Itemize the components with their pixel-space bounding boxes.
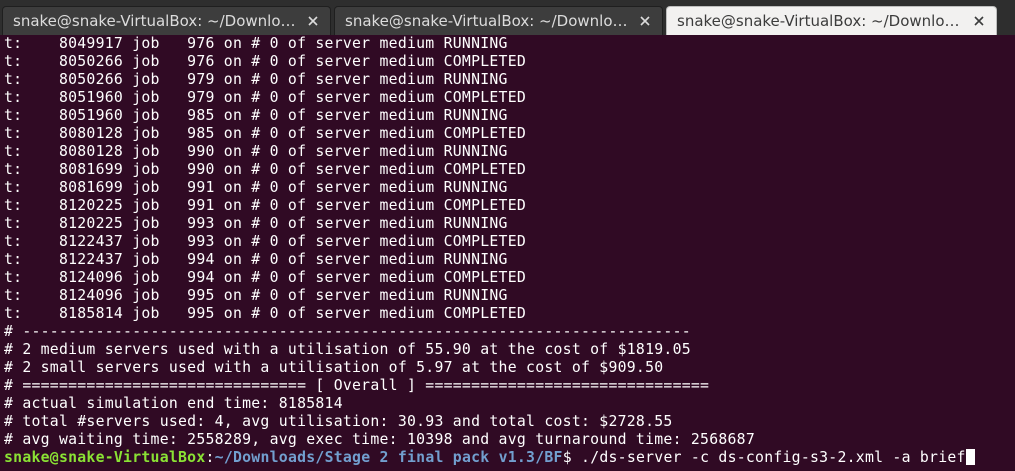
output-line: t: 8049917 job 976 on # 0 of server medi… [4, 35, 508, 52]
command-input[interactable]: ./ds-server -c ds-config-s3-2.xml -a bri… [581, 449, 966, 466]
overall-divider: # =============================== [ Over… [4, 377, 710, 394]
output-line: t: 8185814 job 995 on # 0 of server medi… [4, 305, 527, 322]
summary-line: # 2 small servers used with a utilisatio… [4, 359, 664, 376]
output-line: t: 8124096 job 995 on # 0 of server medi… [4, 287, 508, 304]
prompt-symbol: $ [562, 449, 582, 466]
output-line: t: 8081699 job 991 on # 0 of server medi… [4, 179, 508, 196]
close-icon[interactable] [638, 14, 652, 28]
terminal-tab-3[interactable]: snake@snake-VirtualBox: ~/Downloads/S... [666, 6, 997, 35]
tab-title: snake@snake-VirtualBox: ~/Downloads/... [345, 12, 632, 30]
output-line: t: 8122437 job 993 on # 0 of server medi… [4, 233, 527, 250]
terminal-tab-2[interactable]: snake@snake-VirtualBox: ~/Downloads/... [334, 6, 663, 35]
output-line: t: 8120225 job 991 on # 0 of server medi… [4, 197, 527, 214]
close-icon[interactable] [306, 14, 320, 28]
tab-title: snake@snake-VirtualBox: ~/Downloads/S... [677, 12, 966, 30]
output-line: t: 8081699 job 990 on # 0 of server medi… [4, 161, 527, 178]
output-line: t: 8050266 job 976 on # 0 of server medi… [4, 53, 527, 70]
command-prompt[interactable]: snake@snake-VirtualBox:~/Downloads/Stage… [4, 449, 1015, 467]
tab-title: snake@snake-VirtualBox: ~/Downloads/... [13, 12, 300, 30]
output-line: t: 8080128 job 990 on # 0 of server medi… [4, 143, 508, 160]
output-line: t: 8050266 job 979 on # 0 of server medi… [4, 71, 508, 88]
terminal-output[interactable]: t: 8049917 job 976 on # 0 of server medi… [0, 35, 1015, 471]
prompt-user-host: snake@snake-VirtualBox [4, 449, 206, 466]
output-line: t: 8051960 job 979 on # 0 of server medi… [4, 89, 527, 106]
close-icon[interactable] [972, 14, 986, 28]
tab-bar: snake@snake-VirtualBox: ~/Downloads/... … [0, 0, 1015, 35]
prompt-path: ~/Downloads/Stage 2 final pack v1.3/BF [214, 449, 563, 466]
summary-line: # actual simulation end time: 8185814 [4, 395, 343, 412]
summary-line: # avg waiting time: 2558289, avg exec ti… [4, 431, 755, 448]
summary-line: # total #servers used: 4, avg utilisatio… [4, 413, 673, 430]
text-cursor [965, 449, 975, 465]
terminal-tab-1[interactable]: snake@snake-VirtualBox: ~/Downloads/... [2, 6, 331, 35]
output-line: t: 8120225 job 993 on # 0 of server medi… [4, 215, 508, 232]
output-line: t: 8051960 job 985 on # 0 of server medi… [4, 107, 508, 124]
output-line: t: 8124096 job 994 on # 0 of server medi… [4, 269, 527, 286]
summary-divider: # --------------------------------------… [4, 323, 691, 340]
output-line: t: 8122437 job 994 on # 0 of server medi… [4, 251, 508, 268]
summary-line: # 2 medium servers used with a utilisati… [4, 341, 691, 358]
prompt-separator: : [205, 449, 215, 466]
output-line: t: 8080128 job 985 on # 0 of server medi… [4, 125, 527, 142]
terminal-window: snake@snake-VirtualBox: ~/Downloads/... … [0, 0, 1015, 471]
